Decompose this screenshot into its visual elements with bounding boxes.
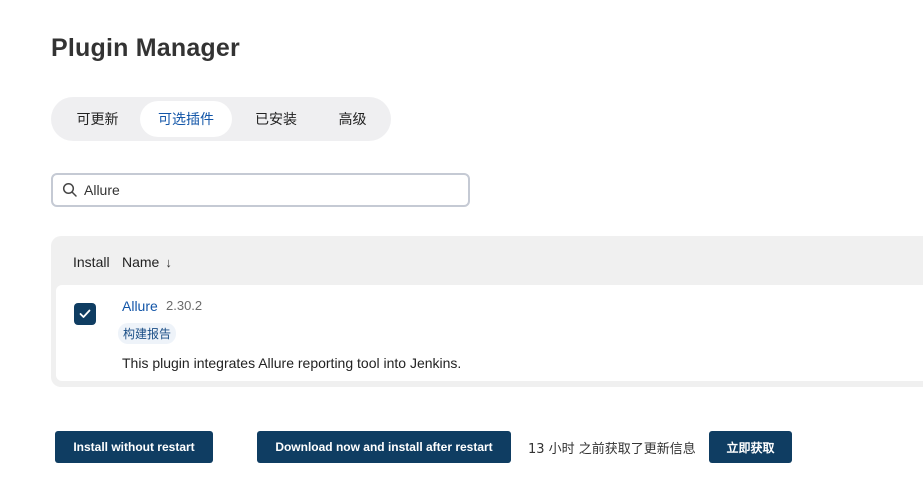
download-install-after-restart-button[interactable]: Download now and install after restart <box>257 431 511 463</box>
sort-down-icon[interactable]: ↓ <box>165 255 172 270</box>
column-header-name-label: Name <box>122 254 160 270</box>
plugin-name-link[interactable]: Allure <box>122 298 158 314</box>
tab-installed[interactable]: 已安装 <box>232 101 320 137</box>
plugin-category-tag[interactable]: 构建报告 <box>118 323 177 344</box>
search-box <box>51 173 470 207</box>
check-icon <box>79 309 91 318</box>
install-without-restart-button[interactable]: Install without restart <box>55 431 213 463</box>
search-input[interactable] <box>84 182 454 198</box>
tab-bar: 可更新 可选插件 已安装 高级 <box>51 97 391 141</box>
update-status-text: 13 小时 之前获取了更新信息 <box>528 442 696 457</box>
plugin-table: Install Name ↓ Allure 2.30.2 构建报告 This p… <box>51 236 923 387</box>
column-header-install: Install <box>73 254 110 270</box>
table-header: Install Name ↓ <box>51 236 923 286</box>
tab-available-plugins[interactable]: 可选插件 <box>140 101 232 137</box>
plugin-description: This plugin integrates Allure reporting … <box>122 355 462 371</box>
fetch-now-button[interactable]: 立即获取 <box>709 431 792 463</box>
install-checkbox[interactable] <box>74 303 96 325</box>
table-row: Allure 2.30.2 构建报告 This plugin integrate… <box>56 285 923 381</box>
tab-advanced[interactable]: 高级 <box>320 101 385 137</box>
plugin-version: 2.30.2 <box>166 298 203 313</box>
search-icon <box>62 182 77 197</box>
tab-updates[interactable]: 可更新 <box>55 101 140 137</box>
column-header-name[interactable]: Name ↓ <box>122 254 172 270</box>
page-title: Plugin Manager <box>51 34 240 62</box>
